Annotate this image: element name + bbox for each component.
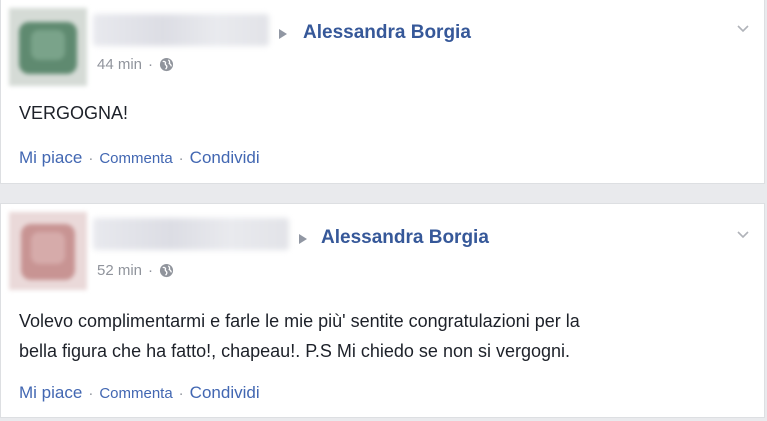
chevron-down-icon[interactable] bbox=[737, 22, 749, 34]
author-name-blurred[interactable] bbox=[93, 14, 269, 46]
post-text-line: Volevo complimentarmi e farle le mie più… bbox=[19, 311, 580, 331]
post-text: VERGOGNA! bbox=[19, 103, 129, 123]
timestamp[interactable]: 52 min bbox=[97, 262, 142, 279]
separator-dot: · bbox=[178, 385, 184, 402]
target-profile-link[interactable]: Alessandra Borgia bbox=[303, 22, 471, 44]
post-meta: 44 min · bbox=[97, 56, 174, 73]
separator-dot: · bbox=[178, 150, 184, 167]
like-link[interactable]: Mi piace bbox=[19, 148, 82, 168]
comment-link[interactable]: Commenta bbox=[99, 150, 172, 167]
post-text: Volevo complimentarmi e farle le mie più… bbox=[19, 306, 744, 366]
triangle-arrow-icon bbox=[299, 234, 307, 244]
author-name-blurred[interactable] bbox=[93, 218, 289, 250]
target-profile-link[interactable]: Alessandra Borgia bbox=[321, 227, 489, 249]
separator-dot: · bbox=[148, 56, 154, 73]
separator-dot: · bbox=[88, 385, 94, 402]
triangle-arrow-icon bbox=[279, 29, 287, 39]
timestamp[interactable]: 44 min bbox=[97, 56, 142, 73]
post-actions: Mi piace · Commenta · Condividi bbox=[19, 148, 260, 168]
globe-icon[interactable] bbox=[159, 263, 174, 278]
avatar[interactable] bbox=[9, 212, 87, 290]
post-meta: 52 min · bbox=[97, 262, 174, 279]
post-text-line: bella figura che ha fatto!, chapeau!. P.… bbox=[19, 341, 571, 361]
globe-icon[interactable] bbox=[159, 57, 174, 72]
separator-dot: · bbox=[88, 150, 94, 167]
share-link[interactable]: Condividi bbox=[190, 148, 260, 168]
comment-link[interactable]: Commenta bbox=[99, 385, 172, 402]
post-card: Alessandra Borgia 52 min · Volevo compli… bbox=[0, 203, 765, 418]
post-card: Alessandra Borgia 44 min · VERGOGNA! Mi … bbox=[0, 0, 765, 184]
chevron-down-icon[interactable] bbox=[737, 228, 749, 240]
avatar[interactable] bbox=[9, 8, 87, 86]
like-link[interactable]: Mi piace bbox=[19, 383, 82, 403]
separator-dot: · bbox=[148, 262, 154, 279]
share-link[interactable]: Condividi bbox=[190, 383, 260, 403]
post-actions: Mi piace · Commenta · Condividi bbox=[19, 383, 260, 403]
